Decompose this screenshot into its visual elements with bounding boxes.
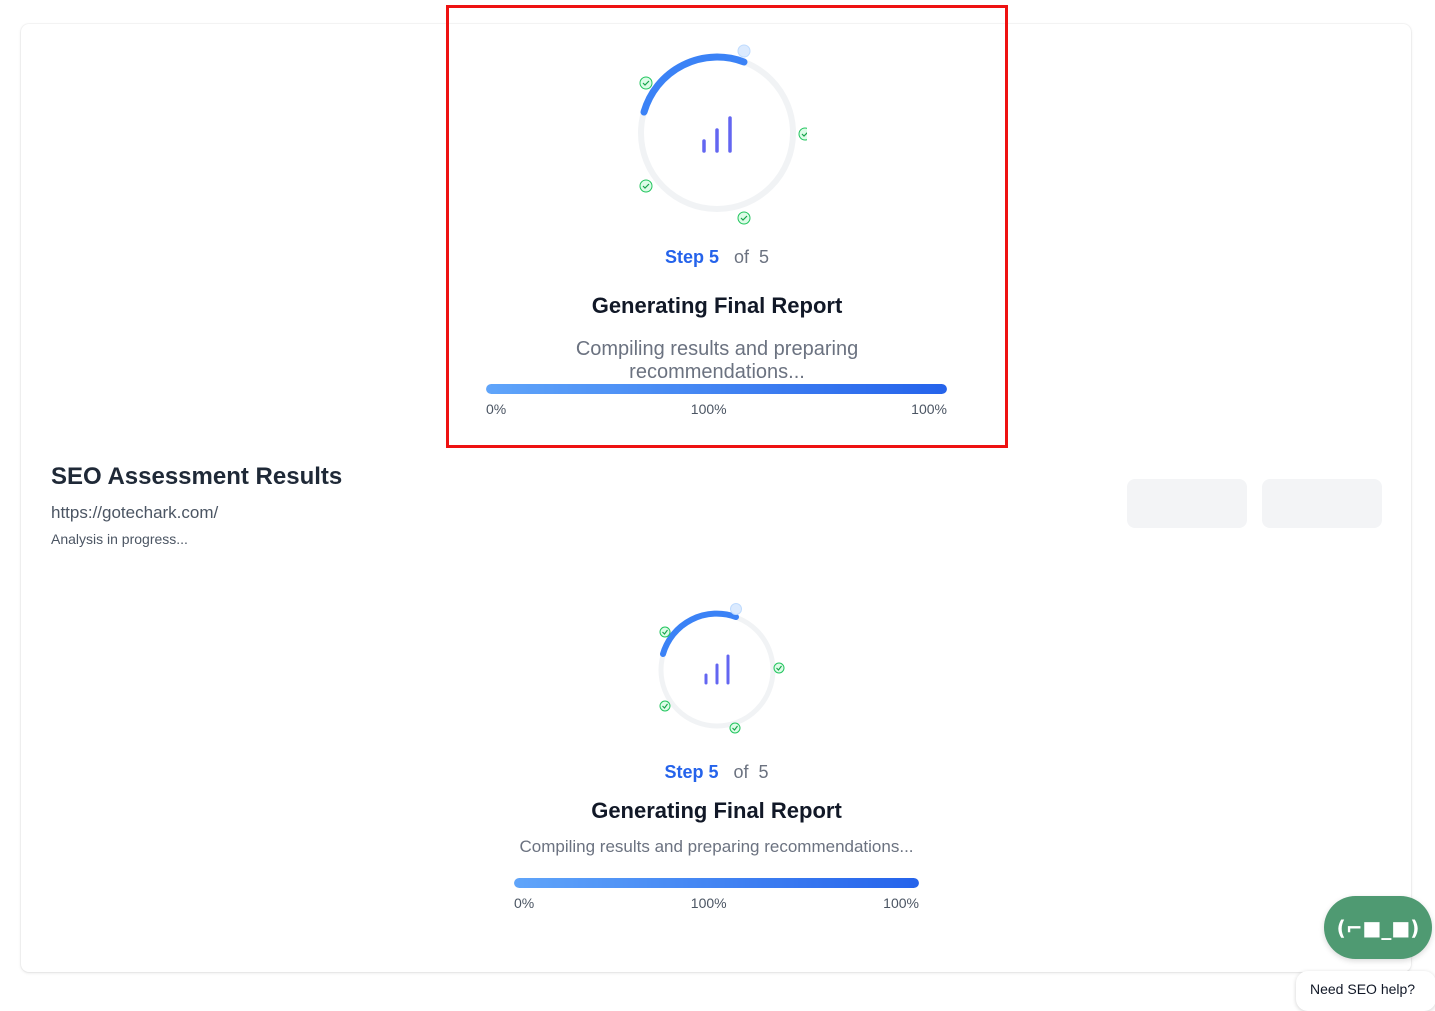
check-circle-icon: [737, 211, 751, 225]
progress-bar: [514, 878, 919, 888]
progress-loader-top: Step 5 of 5 Generating Final Report Comp…: [486, 40, 948, 430]
progress-label-mid: 100%: [690, 895, 727, 911]
chart-bars-icon: [702, 116, 732, 153]
progress-bar: [486, 384, 947, 394]
step-description: Compiling results and preparing recommen…: [519, 837, 914, 856]
progress-bar-labels: 0% 100% 100%: [486, 401, 947, 417]
check-circle-icon: [639, 76, 653, 90]
progress-label-start: 0%: [486, 401, 507, 417]
step-current: Step 5: [664, 247, 719, 267]
placeholder-button-1[interactable]: [1127, 479, 1247, 528]
step-title: Generating Final Report: [591, 798, 842, 823]
step-description: Compiling results and preparing recommen…: [575, 338, 859, 383]
step-indicator: Step 5 of 5: [514, 762, 919, 783]
step-of: of: [733, 762, 749, 782]
step-total: 5: [758, 762, 769, 782]
ring-head-dot: [730, 603, 742, 615]
step-total: 5: [759, 247, 770, 267]
ring-progress-arc: [660, 610, 739, 657]
page-title: SEO Assessment Results: [51, 463, 343, 490]
progress-bar-fill: [514, 878, 919, 888]
check-circle-icon: [659, 626, 671, 638]
analysis-status: Analysis in progress...: [51, 531, 188, 547]
analyzed-url: https://gotechark.com/: [51, 503, 219, 522]
progress-label-start: 0%: [514, 895, 535, 911]
progress-ring: [647, 598, 787, 738]
check-circle-icon: [639, 179, 653, 193]
help-bubble[interactable]: Need SEO help?: [1296, 971, 1435, 1011]
progress-label-end: 100%: [911, 401, 947, 417]
step-indicator: Step 5 of 5: [486, 247, 948, 268]
chart-bars-icon: [704, 654, 730, 685]
check-circle-icon: [798, 127, 812, 141]
step-title: Generating Final Report: [591, 293, 843, 318]
progress-ring: [627, 40, 812, 225]
progress-ring-graphic: [658, 603, 785, 734]
placeholder-button-2[interactable]: [1262, 479, 1382, 528]
progress-bar-labels: 0% 100% 100%: [514, 895, 919, 911]
progress-label-end: 100%: [883, 895, 919, 911]
progress-ring-graphic: [638, 44, 812, 225]
progress-bar-fill: [486, 384, 947, 394]
check-circle-icon: [729, 722, 741, 734]
ring-head-dot: [737, 44, 751, 58]
step-current: Step 5: [664, 762, 719, 782]
progress-label-mid: 100%: [690, 401, 727, 417]
chat-widget-button[interactable]: (⌐■_■): [1324, 896, 1432, 959]
progress-loader-main: Step 5 of 5 Generating Final Report Comp…: [514, 598, 919, 918]
ring-progress-arc: [640, 53, 748, 116]
check-circle-icon: [773, 662, 785, 674]
check-circle-icon: [659, 700, 671, 712]
step-of: of: [734, 247, 750, 267]
